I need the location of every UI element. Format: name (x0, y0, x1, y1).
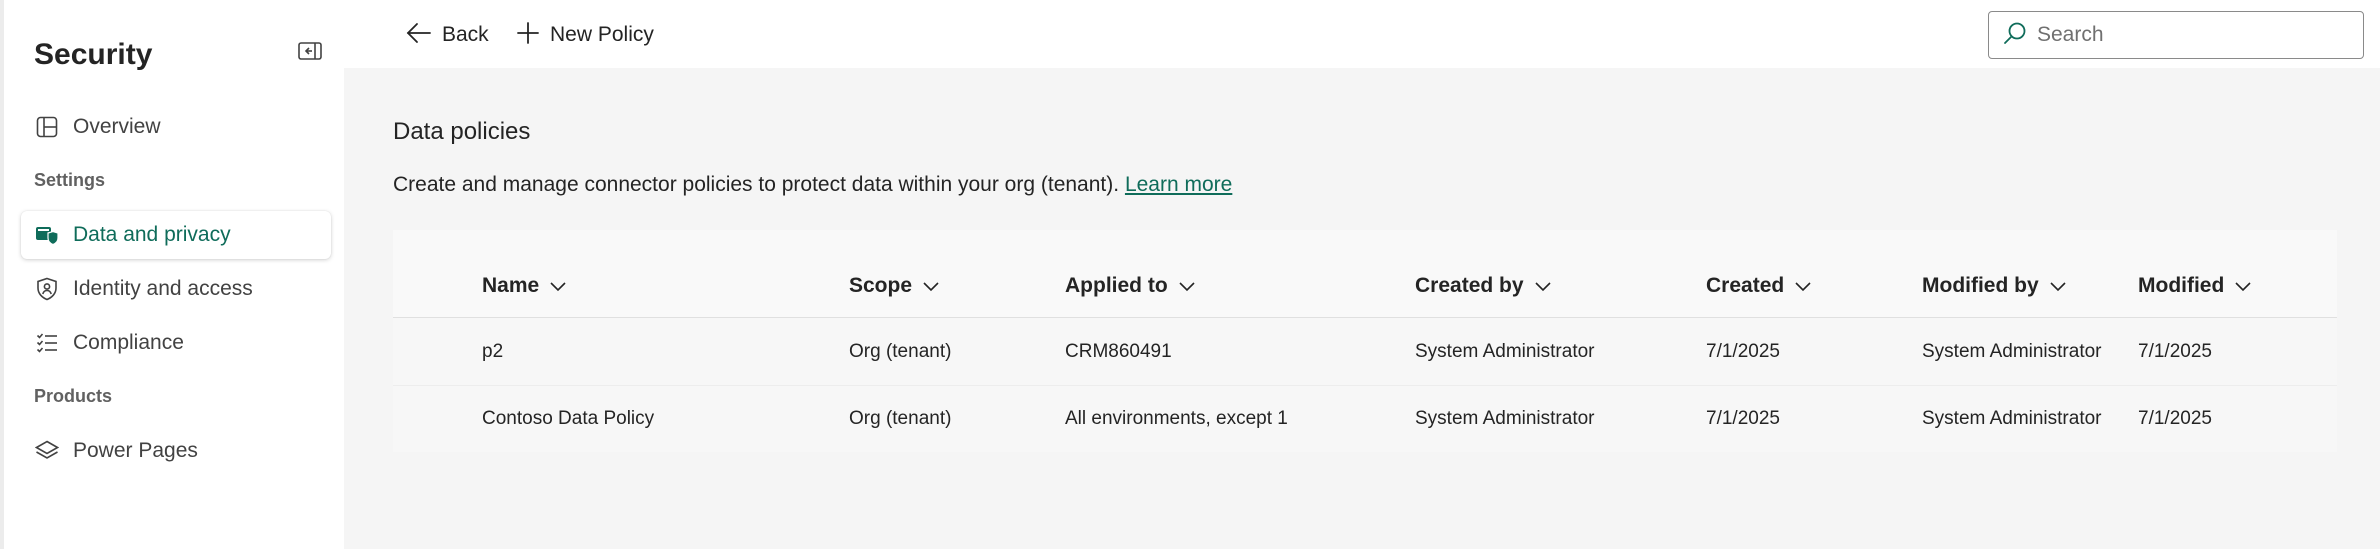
search-box[interactable] (1988, 11, 2364, 59)
collapse-panel-icon (298, 41, 322, 66)
cell-created: 7/1/2025 (1706, 341, 1780, 362)
back-label: Back (442, 23, 489, 46)
column-label: Created by (1415, 274, 1524, 297)
sidebar-item-compliance[interactable]: Compliance (21, 319, 331, 367)
learn-more-link[interactable]: Learn more (1125, 173, 1232, 196)
data-privacy-icon (35, 223, 59, 247)
new-policy-button[interactable]: New Policy (516, 14, 654, 56)
sidebar-item-overview[interactable]: Overview (21, 103, 331, 151)
sidebar-item-data-and-privacy[interactable]: Data and privacy (21, 211, 331, 259)
sidebar: Security Overview Settings Data and priv… (0, 0, 344, 549)
sidebar-item-label: Data and privacy (73, 223, 231, 246)
sidebar-item-power-pages[interactable]: Power Pages (21, 427, 331, 475)
table-row[interactable]: Contoso Data Policy Org (tenant) All env… (393, 385, 2337, 451)
policies-table: Name Scope Applied to Created by Created… (393, 230, 2337, 452)
column-header-created-by[interactable]: Created by (1415, 274, 1552, 298)
shield-icon (35, 277, 59, 301)
cell-created-by: System Administrator (1415, 408, 1595, 429)
search-icon (2003, 21, 2027, 50)
sidebar-item-label: Compliance (73, 331, 184, 354)
cell-modified-by: System Administrator (1922, 341, 2102, 362)
table-row[interactable]: p2 Org (tenant) CRM860491 System Adminis… (393, 319, 2337, 385)
search-input[interactable] (2037, 23, 2357, 47)
cell-name: p2 (482, 341, 504, 362)
column-header-applied-to[interactable]: Applied to (1065, 274, 1196, 298)
column-label: Created (1706, 274, 1785, 297)
column-header-modified[interactable]: Modified (2138, 274, 2252, 298)
cell-scope: Org (tenant) (849, 341, 952, 362)
new-policy-label: New Policy (550, 23, 654, 46)
column-label: Modified by (1922, 274, 2039, 297)
sidebar-title: Security (34, 38, 153, 71)
column-label: Applied to (1065, 274, 1168, 297)
back-button[interactable]: Back (406, 14, 489, 56)
column-header-name[interactable]: Name (482, 274, 567, 298)
column-header-scope[interactable]: Scope (849, 274, 940, 298)
cell-created-by: System Administrator (1415, 341, 1595, 362)
arrow-left-icon (406, 22, 432, 49)
command-bar: Back New Policy (344, 0, 2380, 68)
cell-applied-to: CRM860491 (1065, 341, 1172, 362)
section-header-products: Products (34, 386, 113, 406)
cell-modified: 7/1/2025 (2138, 341, 2212, 362)
sidebar-item-label: Power Pages (73, 439, 198, 462)
cell-scope: Org (tenant) (849, 408, 952, 429)
app-window: Security Overview Settings Data and priv… (0, 0, 2380, 549)
chevron-down-icon (1794, 280, 1812, 292)
chevron-down-icon (922, 280, 940, 292)
sidebar-item-label: Overview (73, 115, 161, 138)
overview-icon (35, 115, 59, 139)
checklist-icon (35, 331, 59, 355)
cell-modified-by: System Administrator (1922, 408, 2102, 429)
collapse-sidebar-button[interactable] (296, 40, 324, 66)
section-header-settings: Settings (34, 170, 106, 190)
page-description: Create and manage connector policies to … (393, 173, 1232, 197)
cell-created: 7/1/2025 (1706, 408, 1780, 429)
power-pages-icon (35, 439, 59, 463)
sidebar-item-identity-and-access[interactable]: Identity and access (21, 265, 331, 313)
cell-name: Contoso Data Policy (482, 408, 655, 429)
cell-applied-to: All environments, except 1 (1065, 408, 1288, 429)
cell-modified: 7/1/2025 (2138, 408, 2212, 429)
sidebar-item-label: Identity and access (73, 277, 253, 300)
description-text: Create and manage connector policies to … (393, 173, 1120, 196)
column-label: Name (482, 274, 540, 297)
chevron-down-icon (1534, 280, 1552, 292)
plus-icon (516, 21, 540, 50)
chevron-down-icon (549, 280, 567, 292)
chevron-down-icon (1178, 280, 1196, 292)
column-label: Scope (849, 274, 913, 297)
column-header-modified-by[interactable]: Modified by (1922, 274, 2067, 298)
column-header-created[interactable]: Created (1706, 274, 1812, 298)
column-label: Modified (2138, 274, 2225, 297)
page-title: Data policies (393, 118, 531, 145)
table-header: Name Scope Applied to Created by Created… (393, 230, 2337, 318)
chevron-down-icon (2049, 280, 2067, 292)
chevron-down-icon (2234, 280, 2252, 292)
